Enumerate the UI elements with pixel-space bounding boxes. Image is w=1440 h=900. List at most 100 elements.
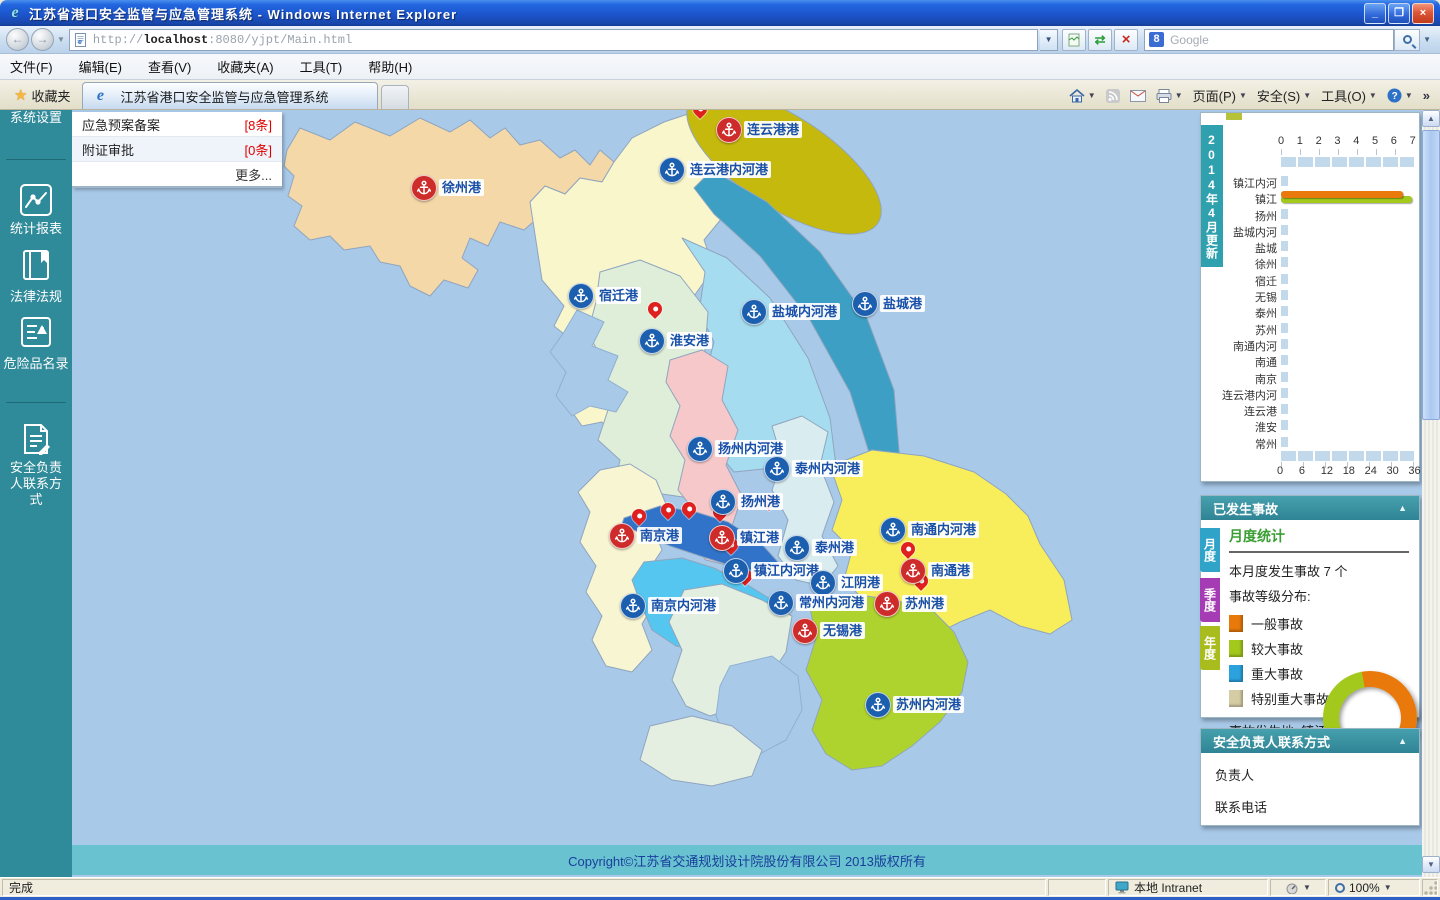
address-dropdown[interactable]: ▼ bbox=[1040, 28, 1059, 51]
vertical-scrollbar[interactable]: ▲ ▼ bbox=[1422, 110, 1440, 877]
port-anchor-icon[interactable] bbox=[865, 692, 891, 718]
page-menu[interactable]: 页面(P) ▼ bbox=[1193, 86, 1247, 105]
sidebar-item-system-settings[interactable]: 系统设置 bbox=[0, 110, 72, 126]
menu-file[interactable]: 文件(F) bbox=[10, 57, 53, 76]
sidebar-item-hazardous-list[interactable]: 危险品名录 bbox=[0, 353, 72, 372]
quick-panel-row[interactable]: 应急预案备案 [8条] bbox=[72, 112, 282, 137]
port-anchor-icon[interactable] bbox=[609, 523, 635, 549]
port-label[interactable]: 扬州内河港 bbox=[715, 440, 787, 457]
port-anchor-icon[interactable] bbox=[880, 517, 906, 543]
port-label[interactable]: 南通内河港 bbox=[908, 521, 980, 538]
port-anchor-icon[interactable] bbox=[687, 436, 713, 462]
stop-button[interactable]: × bbox=[1114, 28, 1139, 51]
back-button[interactable]: ← bbox=[6, 28, 29, 51]
port-label[interactable]: 连云港港 bbox=[744, 121, 803, 138]
overflow-chevron[interactable]: » bbox=[1423, 88, 1430, 103]
port-label[interactable]: 无锡港 bbox=[820, 622, 866, 639]
port-anchor-icon[interactable] bbox=[620, 593, 646, 619]
mail-button[interactable] bbox=[1129, 89, 1146, 102]
tools-menu[interactable]: 工具(O) ▼ bbox=[1321, 86, 1377, 105]
collapse-icon[interactable]: ▲ bbox=[1398, 736, 1407, 746]
port-anchor-icon[interactable] bbox=[659, 157, 685, 183]
compatibility-view-button[interactable] bbox=[1062, 28, 1087, 51]
menu-help[interactable]: 帮助(H) bbox=[368, 57, 412, 76]
port-label[interactable]: 南京内河港 bbox=[648, 597, 720, 614]
port-anchor-icon[interactable] bbox=[768, 590, 794, 616]
safety-menu[interactable]: 安全(S) ▼ bbox=[1257, 86, 1311, 105]
port-anchor-icon[interactable] bbox=[784, 535, 810, 561]
port-label[interactable]: 泰州内河港 bbox=[792, 460, 864, 477]
accident-pin-icon[interactable] bbox=[658, 500, 678, 520]
hazard-list-icon[interactable] bbox=[19, 315, 53, 349]
accident-pin-icon[interactable] bbox=[629, 506, 649, 526]
port-label[interactable]: 泰州港 bbox=[812, 539, 858, 556]
port-anchor-icon[interactable] bbox=[723, 558, 749, 584]
new-tab-button[interactable] bbox=[381, 85, 410, 109]
sidebar-item-safety-contact[interactable]: 安全负责人联系方式 bbox=[0, 460, 72, 508]
sidebar-item-laws[interactable]: 法律法规 bbox=[0, 286, 72, 305]
port-label[interactable]: 淮安港 bbox=[667, 332, 713, 349]
restore-button[interactable]: ❐ bbox=[1388, 2, 1410, 24]
search-options-caret[interactable]: ▼ bbox=[1420, 35, 1434, 44]
port-anchor-icon[interactable] bbox=[639, 328, 665, 354]
port-label[interactable]: 宿迁港 bbox=[596, 287, 642, 304]
port-label[interactable]: 盐城港 bbox=[880, 295, 926, 312]
law-book-icon[interactable] bbox=[19, 248, 53, 282]
port-anchor-icon[interactable] bbox=[710, 489, 736, 515]
refresh-button[interactable]: ⇄ bbox=[1088, 28, 1113, 51]
collapse-icon[interactable]: ▲ bbox=[1398, 503, 1407, 513]
search-input[interactable]: 8 Google bbox=[1144, 28, 1395, 51]
accident-pin-icon[interactable] bbox=[679, 499, 699, 519]
address-input[interactable]: e http://localhost:8080/yjpt/Main.html bbox=[68, 28, 1039, 51]
help-button[interactable]: ? ▼ bbox=[1387, 88, 1413, 103]
contact-panel-header[interactable]: 安全负责人联系方式 ▲ bbox=[1201, 729, 1419, 753]
port-label[interactable]: 南京港 bbox=[637, 527, 683, 544]
port-label[interactable]: 镇江港 bbox=[737, 529, 783, 546]
stats-chart-icon[interactable] bbox=[19, 183, 53, 217]
close-button[interactable]: × bbox=[1412, 2, 1434, 24]
accident-pin-icon[interactable] bbox=[690, 110, 710, 119]
port-label[interactable]: 常州内河港 bbox=[796, 594, 868, 611]
home-button[interactable]: ▼ bbox=[1069, 88, 1096, 103]
port-label[interactable]: 苏州港 bbox=[902, 595, 948, 612]
port-anchor-icon[interactable] bbox=[852, 291, 878, 317]
port-anchor-icon[interactable] bbox=[709, 525, 735, 551]
phishing-filter-button[interactable]: ▼ bbox=[1270, 879, 1326, 896]
zoom-control[interactable]: 100% ▼ bbox=[1328, 879, 1420, 896]
port-label[interactable]: 江阴港 bbox=[838, 574, 884, 591]
tab-monthly[interactable]: 月度 bbox=[1200, 528, 1220, 572]
scrollbar-thumb[interactable] bbox=[1422, 130, 1440, 420]
port-anchor-icon[interactable] bbox=[792, 618, 818, 644]
tab-yearly[interactable]: 年度 bbox=[1200, 626, 1220, 670]
resize-grip[interactable] bbox=[1422, 879, 1438, 896]
scroll-up-button[interactable]: ▲ bbox=[1422, 110, 1440, 127]
tab-quarterly[interactable]: 季度 bbox=[1200, 578, 1220, 622]
port-anchor-icon[interactable] bbox=[874, 591, 900, 617]
active-tab[interactable]: e 江苏省港口安全监管与应急管理系统 bbox=[82, 82, 379, 109]
port-label[interactable]: 扬州港 bbox=[738, 493, 784, 510]
accident-panel-header[interactable]: 已发生事故 ▲ bbox=[1201, 496, 1419, 520]
forward-button[interactable]: → bbox=[31, 28, 54, 51]
accident-pin-icon[interactable] bbox=[898, 539, 918, 559]
minimize-button[interactable]: _ bbox=[1364, 2, 1386, 24]
accident-pin-icon[interactable] bbox=[645, 299, 665, 319]
menu-favorites[interactable]: 收藏夹(A) bbox=[217, 57, 273, 76]
recent-pages-caret[interactable]: ▼ bbox=[57, 35, 65, 44]
port-anchor-icon[interactable] bbox=[568, 283, 594, 309]
search-button[interactable] bbox=[1394, 28, 1421, 51]
contact-doc-icon[interactable] bbox=[19, 422, 53, 456]
more-link[interactable]: 更多... bbox=[72, 162, 282, 186]
port-label[interactable]: 盐城内河港 bbox=[769, 303, 841, 320]
print-button[interactable]: ▼ bbox=[1156, 88, 1183, 103]
port-label[interactable]: 南通港 bbox=[928, 562, 974, 579]
scroll-down-button[interactable]: ▼ bbox=[1422, 856, 1440, 873]
port-anchor-icon[interactable] bbox=[764, 456, 790, 482]
port-anchor-icon[interactable] bbox=[411, 175, 437, 201]
port-anchor-icon[interactable] bbox=[810, 570, 836, 596]
feeds-button[interactable] bbox=[1105, 88, 1120, 103]
port-label[interactable]: 徐州港 bbox=[439, 179, 485, 196]
quick-panel-row[interactable]: 附证审批 [0条] bbox=[72, 137, 282, 162]
port-anchor-icon[interactable] bbox=[716, 117, 742, 143]
bar-value[interactable] bbox=[1281, 191, 1403, 199]
port-anchor-icon[interactable] bbox=[741, 299, 767, 325]
